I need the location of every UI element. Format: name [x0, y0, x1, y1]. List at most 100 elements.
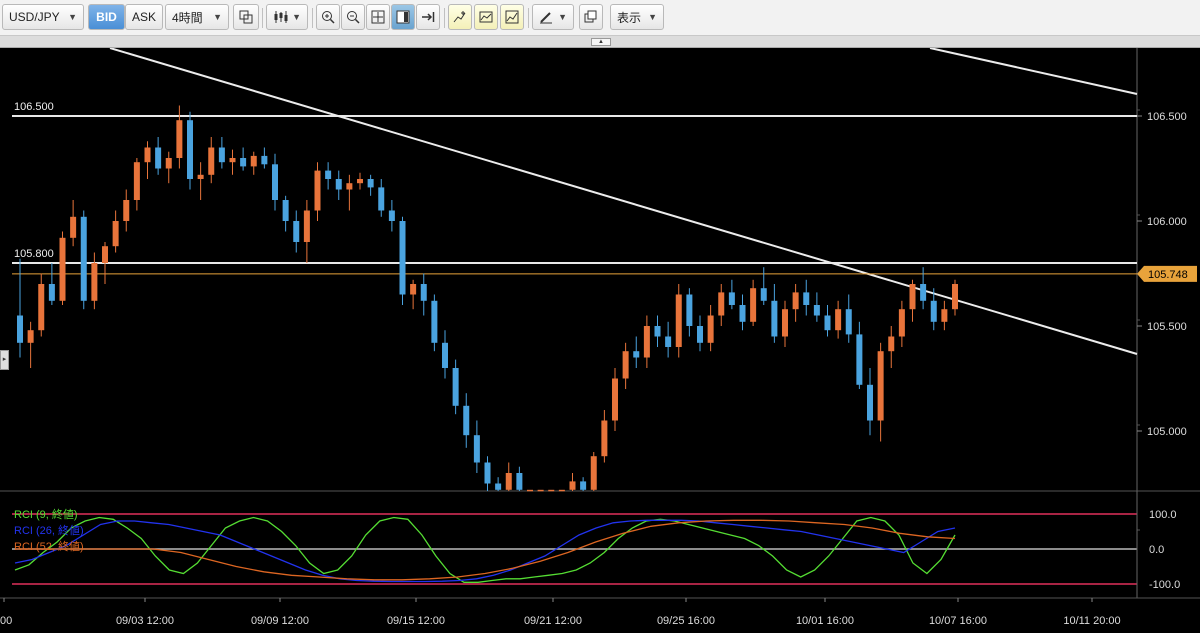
candle-body [580, 481, 587, 490]
drawing-tool-select[interactable]: ▼ [532, 4, 574, 30]
chart-gear-icon [479, 11, 493, 23]
candle-body [442, 342, 448, 368]
display-menu-label: 表示 [617, 10, 642, 25]
candle-body [399, 221, 406, 295]
side-handle[interactable]: ▸ [0, 350, 9, 370]
rci-tick-label: -100.0 [1149, 579, 1180, 591]
candle-body [272, 164, 278, 200]
candle-body [70, 216, 77, 238]
candle-body [218, 147, 225, 163]
candle-body [495, 483, 502, 490]
level-label-upper: 106.500 [14, 101, 54, 113]
candle-body [187, 120, 193, 179]
candle-body [750, 288, 757, 322]
candle-body [760, 288, 767, 301]
ask-button[interactable]: ASK [125, 4, 163, 30]
candle-body [165, 158, 172, 169]
candle-body [898, 309, 905, 337]
zoom-in-icon [322, 11, 335, 24]
candle-body [569, 481, 576, 490]
candle-body [176, 120, 183, 158]
arrow-right-end-icon [422, 12, 435, 22]
fit-button[interactable] [366, 4, 390, 30]
candle [548, 489, 555, 492]
candle-body [835, 309, 842, 331]
bid-button[interactable]: BID [88, 4, 125, 30]
candle-body [155, 147, 162, 169]
candle [431, 294, 438, 352]
price-tick-label: 105.000 [1147, 426, 1187, 438]
chart-plus-icon [453, 11, 466, 23]
panel-icon [396, 10, 410, 24]
candle-body [782, 309, 788, 337]
time-tick-label: 09/03 12:00 [116, 615, 174, 627]
time-tick-label: 09/09 12:00 [251, 615, 309, 627]
candle-body [229, 158, 236, 163]
candle-body [80, 216, 87, 301]
candle-body [240, 158, 247, 167]
candle-body [17, 315, 23, 343]
zoom-out-button[interactable] [341, 4, 365, 30]
candle-body [697, 326, 703, 343]
rci-tick-label: 0.0 [1149, 544, 1164, 556]
candle [590, 452, 597, 491]
display-menu[interactable]: 表示 ▼ [610, 4, 664, 30]
timeframe-label: 4時間 [172, 10, 203, 25]
candle-body [686, 294, 693, 326]
add-indicator-button[interactable] [448, 4, 472, 30]
indicator-list-button[interactable] [500, 4, 524, 30]
chevron-down-icon: ▼ [648, 12, 657, 22]
candle-body [888, 336, 895, 352]
candle-body [410, 284, 417, 295]
symbol-select[interactable]: USD/JPY ▼ [2, 4, 84, 30]
candle-body [643, 326, 650, 358]
candle-body [930, 300, 937, 322]
candle-body [123, 200, 130, 221]
zoom-in-button[interactable] [316, 4, 340, 30]
chart-line-icon [505, 10, 519, 24]
candle-body [144, 147, 151, 163]
pen-icon [540, 12, 552, 24]
candle-body [112, 221, 119, 247]
candle [558, 489, 565, 492]
chart-type-select[interactable]: ▼ [266, 4, 308, 30]
candle-body [909, 284, 916, 310]
chevron-down-icon: ▼ [213, 12, 222, 22]
toolbar: USD/JPY ▼ BID ASK 4時間 ▼ ▼ ▼ 表示 ▼ [0, 0, 1200, 36]
scroll-end-button[interactable] [416, 4, 440, 30]
candle-body [473, 435, 480, 463]
candle-body [59, 237, 66, 301]
candle [675, 284, 682, 358]
candle-body [282, 200, 289, 221]
candle-body [378, 187, 385, 211]
crosshair-icon [371, 10, 385, 24]
candle-body [718, 292, 725, 316]
collapse-bar: ▲ [0, 36, 1200, 48]
panel-toggle-button[interactable] [391, 4, 415, 30]
compare-button[interactable] [233, 4, 259, 30]
rci-legend-entry: RCI (52, 終値) [14, 539, 84, 553]
candle-body [346, 183, 353, 190]
candle-body [250, 155, 257, 167]
candle [59, 231, 66, 305]
candle-body [314, 170, 321, 211]
price-tick-label: 105.500 [1147, 321, 1187, 333]
timeframe-select[interactable]: 4時間 ▼ [165, 4, 229, 30]
candle-body [803, 292, 810, 305]
candle-body [133, 162, 140, 200]
candle-body [303, 210, 310, 242]
collapse-button[interactable]: ▲ [591, 38, 611, 46]
candle [537, 489, 544, 492]
indicator-settings-button[interactable] [474, 4, 498, 30]
candle-body [920, 284, 927, 301]
candle-body [261, 155, 268, 165]
candle [187, 111, 193, 190]
candle-body [941, 309, 948, 322]
candle-body [293, 221, 300, 242]
copy-chart-button[interactable] [579, 4, 603, 30]
candle-body [48, 284, 55, 301]
time-tick-label: 10/07 16:00 [929, 615, 987, 627]
overlay-icon [239, 10, 253, 24]
candle-body [325, 170, 332, 179]
candle-body [335, 179, 342, 190]
